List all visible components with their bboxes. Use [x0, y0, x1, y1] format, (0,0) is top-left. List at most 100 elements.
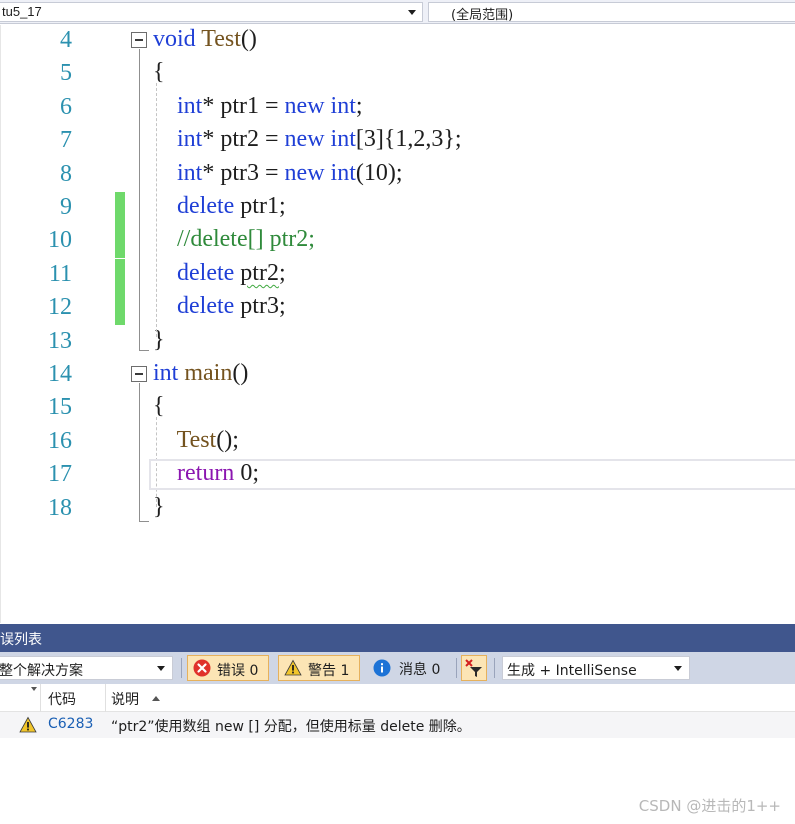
code-text[interactable]: {: [153, 393, 165, 420]
code-line[interactable]: 13}: [1, 326, 795, 359]
column-divider: [105, 684, 106, 712]
code-token: delete: [177, 193, 235, 219]
code-line[interactable]: 11 delete ptr2;: [1, 258, 795, 292]
table-row[interactable]: C6283 “ptr2”使用数组 new [] 分配，但使用标量 delete …: [0, 712, 795, 738]
line-number: 7: [60, 127, 72, 154]
code-text[interactable]: int* ptr1 = new int;: [153, 93, 363, 120]
fold-guide-end: [139, 521, 149, 522]
change-marker: [115, 192, 125, 225]
line-number: 12: [48, 294, 72, 321]
code-token: ;: [355, 92, 363, 119]
code-token: ptr1;: [234, 193, 286, 219]
project-scope-label: tu5_17: [2, 4, 42, 19]
code-token: * ptr2 =: [202, 126, 285, 153]
line-number: 6: [60, 93, 72, 120]
fold-guide: [139, 383, 140, 521]
source-filter-label: 生成 + IntelliSense: [507, 663, 637, 679]
code-line[interactable]: 12 delete ptr3;: [1, 292, 795, 326]
code-token: (): [240, 26, 257, 52]
collapse-icon[interactable]: [131, 366, 147, 382]
code-text[interactable]: delete ptr1;: [153, 193, 286, 220]
warnings-count-label: 警告 1: [308, 663, 350, 679]
warning-icon: [284, 659, 302, 676]
scope-filter-dropdown[interactable]: 整个解决方案: [0, 656, 173, 680]
code-token: (): [232, 360, 249, 386]
code-text[interactable]: int* ptr2 = new int[3]{1,2,3};: [153, 126, 462, 153]
toolbar-divider: [494, 658, 495, 678]
warning-code-link[interactable]: C6283: [48, 716, 93, 732]
code-token: ptr3;: [234, 293, 286, 320]
code-token: }: [153, 493, 165, 520]
collapse-icon[interactable]: [131, 32, 147, 48]
code-token: * ptr1 =: [202, 92, 285, 119]
code-token: }: [153, 326, 165, 353]
line-number: 9: [60, 194, 72, 220]
chevron-down-icon[interactable]: [157, 666, 165, 671]
code-text[interactable]: }: [153, 327, 165, 354]
errors-count-label: 错误 0: [217, 663, 259, 679]
code-token: int: [330, 126, 356, 153]
line-number: 8: [60, 160, 72, 187]
error-list-header: 代码 说明: [0, 684, 795, 712]
code-text[interactable]: int main(): [153, 360, 248, 387]
toolbar-divider: [181, 658, 182, 678]
code-text[interactable]: //delete[] ptr2;: [153, 226, 315, 253]
messages-filter-button[interactable]: 消息 0: [368, 655, 452, 681]
code-line[interactable]: 8 int* ptr3 = new int(10);: [1, 159, 795, 192]
line-number: 18: [48, 494, 72, 521]
code-token: delete: [177, 293, 235, 320]
line-number: 14: [48, 361, 72, 387]
navigation-bar: tu5_17 (全局范围): [0, 0, 795, 24]
code-token: int: [153, 360, 179, 386]
code-line[interactable]: 14 int main(): [1, 359, 795, 392]
code-line[interactable]: 4 void Test(): [1, 25, 795, 58]
code-text[interactable]: int* ptr3 = new int(10);: [153, 160, 403, 187]
code-token: (10);: [355, 159, 403, 186]
code-text[interactable]: void Test(): [153, 26, 257, 53]
code-text[interactable]: {: [153, 59, 165, 86]
error-list-toolbar: 整个解决方案 错误 0 警告 1 消息 0 生成 + IntelliSense: [0, 652, 795, 684]
code-editor[interactable]: 4 void Test() 5{6 int* ptr1 = new int; 7 in…: [0, 25, 795, 623]
code-text[interactable]: delete ptr3;: [153, 293, 286, 320]
warning-icon: [19, 716, 37, 733]
code-token: new: [284, 126, 325, 153]
line-number: 5: [60, 60, 72, 87]
change-marker: [115, 258, 125, 292]
messages-count-label: 消息 0: [399, 662, 441, 678]
code-line[interactable]: 5{: [1, 58, 795, 91]
chevron-down-icon[interactable]: [674, 666, 682, 671]
code-column-header[interactable]: 代码: [48, 689, 76, 709]
errors-filter-button[interactable]: 错误 0: [187, 655, 269, 681]
sort-ascending-icon: [152, 696, 160, 701]
code-token: {: [153, 393, 165, 420]
source-filter-dropdown[interactable]: 生成 + IntelliSense: [502, 656, 690, 680]
code-line[interactable]: 15 {: [1, 392, 795, 425]
description-column-header[interactable]: 说明: [111, 689, 139, 709]
code-token: int: [330, 92, 356, 119]
code-line[interactable]: 6 int* ptr1 = new int;: [1, 92, 795, 125]
code-token: ptr2: [240, 259, 279, 286]
member-scope-dropdown[interactable]: (全局范围): [428, 2, 795, 23]
clear-filter-button[interactable]: [461, 655, 487, 681]
code-line[interactable]: 18}: [1, 493, 795, 526]
code-line[interactable]: 16 Test();: [1, 426, 795, 459]
code-token: new: [284, 159, 325, 186]
code-token: main: [184, 360, 233, 386]
code-text[interactable]: }: [153, 494, 165, 521]
chevron-down-icon[interactable]: [408, 10, 416, 15]
code-text[interactable]: delete ptr2;: [153, 260, 286, 287]
code-line[interactable]: 10 //delete[] ptr2;: [1, 225, 795, 259]
code-token: new: [284, 92, 325, 119]
code-text[interactable]: Test();: [153, 427, 239, 454]
code-token: ;: [278, 259, 286, 286]
column-filter-icon[interactable]: [31, 687, 39, 695]
code-line[interactable]: 7 int* ptr2 = new int[3]{1,2,3};: [1, 125, 795, 158]
code-line[interactable]: 9 delete ptr1;: [1, 192, 795, 225]
project-scope-dropdown[interactable]: tu5_17: [0, 2, 423, 22]
scope-filter-label: 整个解决方案: [0, 663, 83, 679]
warning-description: “ptr2”使用数组 new [] 分配，但使用标量 delete 删除。: [111, 719, 471, 735]
warnings-filter-button[interactable]: 警告 1: [278, 655, 360, 681]
info-icon: [373, 659, 391, 677]
error-list-title-bar: 误列表: [0, 624, 795, 652]
fold-guide-end: [139, 350, 149, 351]
